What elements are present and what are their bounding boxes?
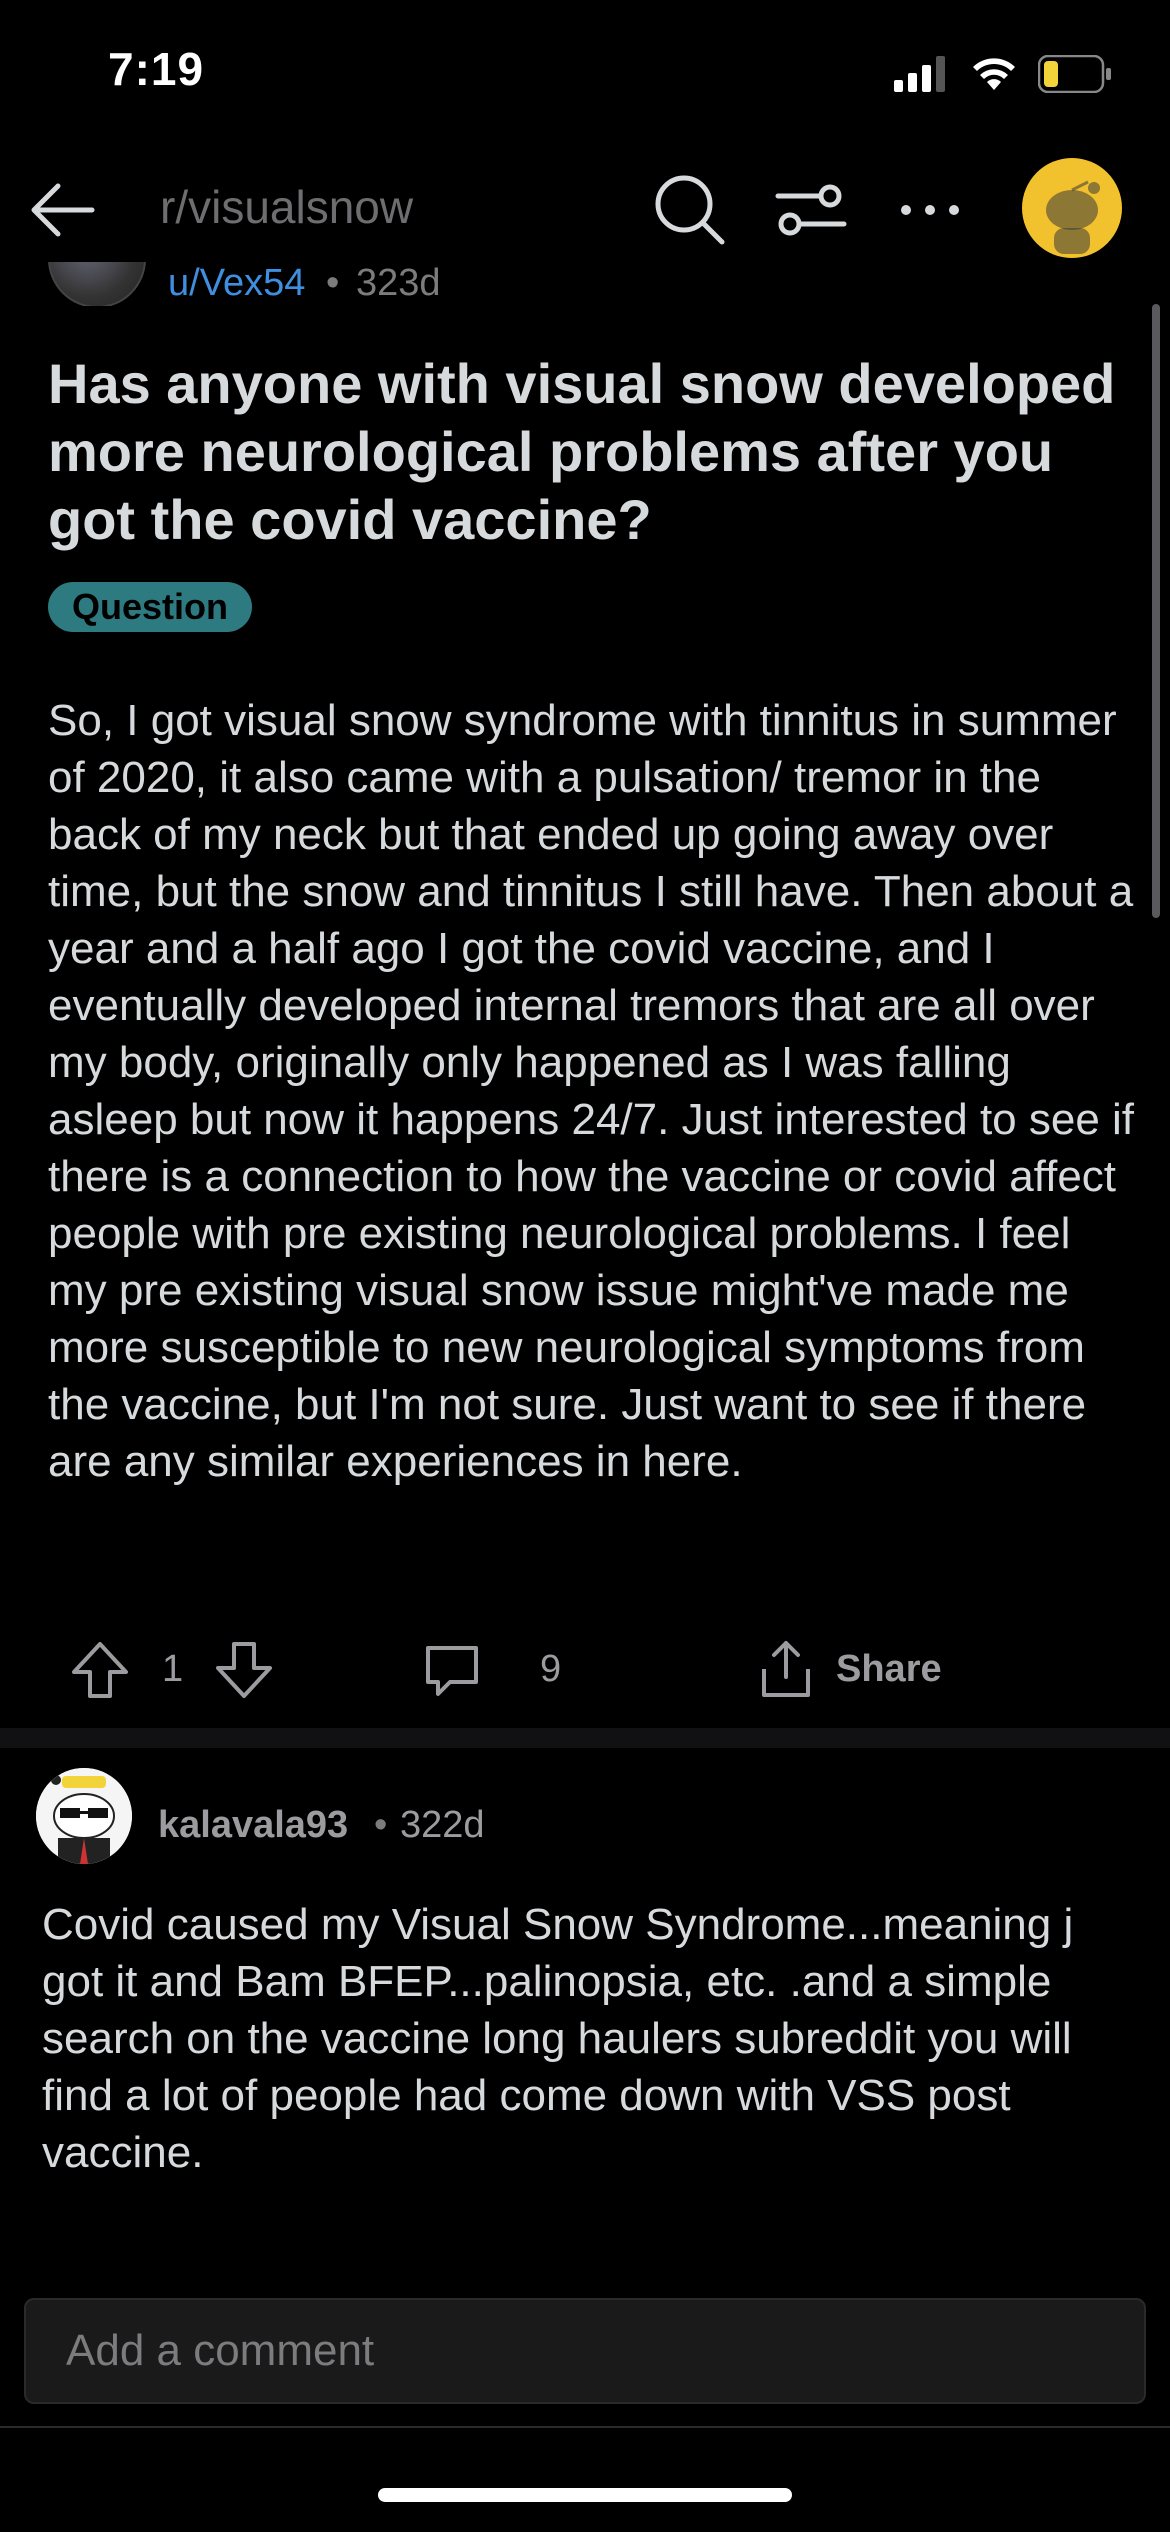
post-author[interactable]: u/Vex54	[168, 262, 305, 305]
share-icon	[762, 1641, 810, 1697]
user-avatar[interactable]	[1022, 158, 1122, 258]
comment-icon[interactable]	[420, 1638, 484, 1702]
signal-icon	[894, 56, 945, 92]
downvote-icon[interactable]	[212, 1638, 276, 1702]
search-icon[interactable]	[650, 170, 730, 250]
post-body: So, I got visual snow syndrome with tinn…	[48, 696, 1135, 1486]
home-indicator[interactable]	[378, 2488, 792, 2502]
snoo-avatar-icon	[1046, 180, 1100, 254]
post-flair[interactable]: Question	[48, 582, 253, 632]
nav-bar: r/visualsnow	[0, 150, 1170, 270]
post-actions: 1 9 Share	[0, 1630, 1170, 1710]
more-icon[interactable]	[890, 170, 970, 250]
back-arrow-icon[interactable]	[22, 170, 102, 250]
upvote-icon[interactable]	[68, 1638, 132, 1702]
status-bar: 7:19	[0, 0, 1170, 150]
subreddit-title[interactable]: r/visualsnow	[160, 180, 413, 234]
share-label: Share	[836, 1647, 942, 1690]
scrollbar[interactable]	[1152, 304, 1160, 918]
commenter-avatar[interactable]	[36, 1768, 132, 1864]
post-meta: u/Vex54 • 323d	[0, 262, 1170, 306]
wifi-icon	[973, 58, 1015, 90]
comment: kalavala93 • 322d Covid caused my Visual…	[0, 1748, 1170, 2268]
section-divider	[0, 1728, 1170, 1748]
meta-separator: •	[326, 262, 340, 304]
comment-composer	[0, 2278, 1170, 2428]
status-icons	[894, 52, 1112, 96]
meta-separator: •	[374, 1804, 388, 1846]
sort-filter-icon[interactable]	[770, 170, 850, 250]
comment-age: 322d	[400, 1804, 485, 1846]
status-time: 7:19	[108, 43, 205, 95]
add-comment-input[interactable]	[24, 2298, 1146, 2404]
author-avatar[interactable]	[48, 262, 146, 306]
comment-count: 9	[540, 1648, 562, 1690]
post-age: 323d	[356, 262, 441, 304]
comment-body: Covid caused my Visual Snow Syndrome...m…	[42, 1900, 1074, 2177]
snoo-sunglasses-avatar-icon	[36, 1768, 132, 1864]
battery-icon	[1038, 55, 1111, 93]
comment-author[interactable]: kalavala93	[158, 1804, 348, 1847]
bottom-divider	[0, 2426, 1170, 2428]
post-title: Has anyone with visual snow developed mo…	[48, 352, 1116, 551]
share-button[interactable]: Share	[754, 1634, 942, 1704]
vote-count: 1	[162, 1648, 184, 1690]
